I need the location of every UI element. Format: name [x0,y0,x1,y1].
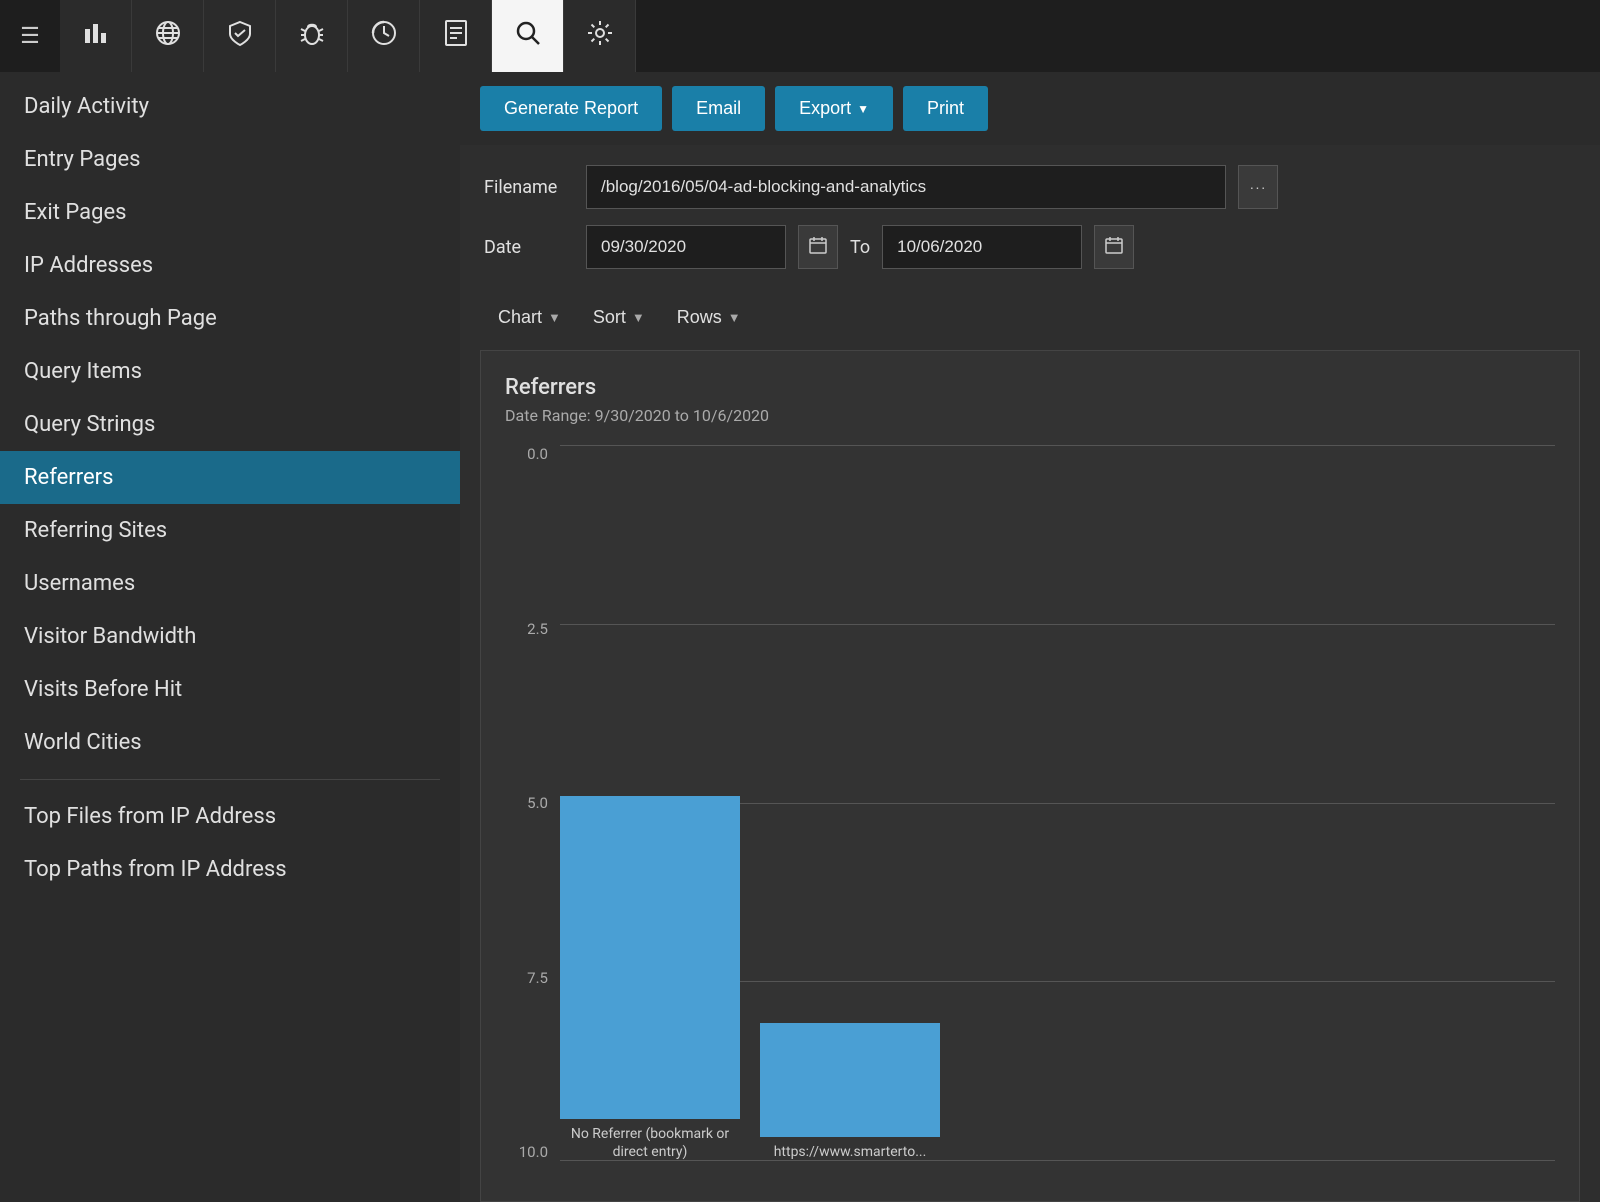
calendar-to-icon [1104,235,1124,260]
shield-button[interactable] [204,0,276,72]
bar-chart-button[interactable] [60,0,132,72]
date-to-calendar-button[interactable] [1094,225,1134,269]
email-button[interactable]: Email [672,86,765,131]
bug-icon [298,19,326,54]
export-button[interactable]: Export ▼ [775,86,893,131]
sidebar-item-paths-through-page[interactable]: Paths through Page [0,292,460,345]
sidebar-item-referring-sites[interactable]: Referring Sites [0,504,460,557]
y-axis: 10.0 7.5 5.0 2.5 0.0 [505,445,560,1201]
rows-dropdown-arrow-icon: ▼ [728,310,741,325]
sort-dropdown-button[interactable]: Sort ▼ [579,299,659,336]
search-button[interactable] [492,0,564,72]
filename-input[interactable] [586,165,1226,209]
bar-group-1: https://www.smarterto... [760,1023,940,1161]
action-bar: Generate Report Email Export ▼ Print [460,72,1600,145]
date-from-input[interactable] [586,225,786,269]
to-label: To [850,237,870,258]
filename-row: Filename ··· [484,165,1576,209]
form-section: Filename ··· Date [460,145,1600,295]
chart-dropdown-button[interactable]: Chart ▼ [484,299,575,336]
sidebar-item-visits-before-hit[interactable]: Visits Before Hit [0,663,460,716]
y-axis-label-4: 10.0 [505,1143,548,1161]
settings-button[interactable] [564,0,636,72]
filename-label: Filename [484,177,574,198]
sidebar-item-ip-addresses[interactable]: IP Addresses [0,239,460,292]
sidebar-item-top-files-from-ip[interactable]: Top Files from IP Address [0,790,460,843]
print-label: Print [927,98,964,119]
chart-title: Referrers [505,375,1555,400]
ellipsis-icon: ··· [1250,179,1267,195]
sidebar-item-query-items[interactable]: Query Items [0,345,460,398]
bar-group-0: No Referrer (bookmark ordirect entry) [560,796,740,1161]
document-button[interactable] [420,0,492,72]
sidebar-item-visitor-bandwidth[interactable]: Visitor Bandwidth [0,610,460,663]
chart-area: 10.0 7.5 5.0 2.5 0.0 [505,445,1555,1201]
bars-row: No Referrer (bookmark ordirect entry) ht… [560,445,1555,1201]
hamburger-button[interactable]: ☰ [0,0,60,72]
y-axis-label-3: 7.5 [505,969,548,987]
y-axis-label-2: 5.0 [505,794,548,812]
bug-button[interactable] [276,0,348,72]
date-to-input[interactable] [882,225,1082,269]
bars-container: No Referrer (bookmark ordirect entry) ht… [560,445,1555,1201]
sort-dropdown-label: Sort [593,307,626,328]
y-axis-label-0: 0.0 [505,445,548,463]
document-icon [443,19,469,54]
chart-panel: Referrers Date Range: 9/30/2020 to 10/6/… [480,350,1580,1202]
calendar-from-icon [808,235,828,260]
clock-icon [370,19,398,54]
chart-dropdown-label: Chart [498,307,542,328]
rows-dropdown-label: Rows [677,307,722,328]
date-row: Date To [484,225,1576,269]
sidebar-item-referrers[interactable]: Referrers [0,451,460,504]
date-from-calendar-button[interactable] [798,225,838,269]
rows-dropdown-button[interactable]: Rows ▼ [663,299,755,336]
bar-0 [560,796,740,1119]
sidebar-item-exit-pages[interactable]: Exit Pages [0,186,460,239]
filename-ellipsis-button[interactable]: ··· [1238,165,1278,209]
globe-button[interactable] [132,0,204,72]
generate-report-label: Generate Report [504,98,638,119]
main-area: Daily Activity Entry Pages Exit Pages IP… [0,72,1600,1202]
sidebar-divider [20,779,440,780]
generate-report-button[interactable]: Generate Report [480,86,662,131]
chart-dropdown-arrow-icon: ▼ [548,310,561,325]
sidebar-item-daily-activity[interactable]: Daily Activity [0,80,460,133]
sidebar-item-query-strings[interactable]: Query Strings [0,398,460,451]
export-label: Export [799,98,851,119]
bar-chart-icon [82,19,110,54]
export-arrow-icon: ▼ [857,102,869,116]
email-label: Email [696,98,741,119]
content-area: Generate Report Email Export ▼ Print Fil… [460,72,1600,1202]
sidebar-item-world-cities[interactable]: World Cities [0,716,460,769]
date-label: Date [484,237,574,258]
print-button[interactable]: Print [903,86,988,131]
sidebar-item-entry-pages[interactable]: Entry Pages [0,133,460,186]
bar-label-0: No Referrer (bookmark ordirect entry) [571,1125,729,1161]
sidebar-item-usernames[interactable]: Usernames [0,557,460,610]
bar-label-1: https://www.smarterto... [774,1143,927,1161]
sidebar: Daily Activity Entry Pages Exit Pages IP… [0,72,460,1202]
chart-subtitle: Date Range: 9/30/2020 to 10/6/2020 [505,406,1555,425]
bar-1 [760,1023,940,1137]
sort-dropdown-arrow-icon: ▼ [632,310,645,325]
sidebar-item-top-paths-from-ip[interactable]: Top Paths from IP Address [0,843,460,896]
globe-icon [154,19,182,54]
hamburger-icon: ☰ [20,23,40,49]
shield-icon [226,19,254,54]
settings-icon [586,19,614,54]
chart-toolbar: Chart ▼ Sort ▼ Rows ▼ [460,295,1600,350]
search-icon [514,19,542,54]
y-axis-label-1: 2.5 [505,620,548,638]
history-button[interactable] [348,0,420,72]
top-toolbar: ☰ [0,0,1600,72]
